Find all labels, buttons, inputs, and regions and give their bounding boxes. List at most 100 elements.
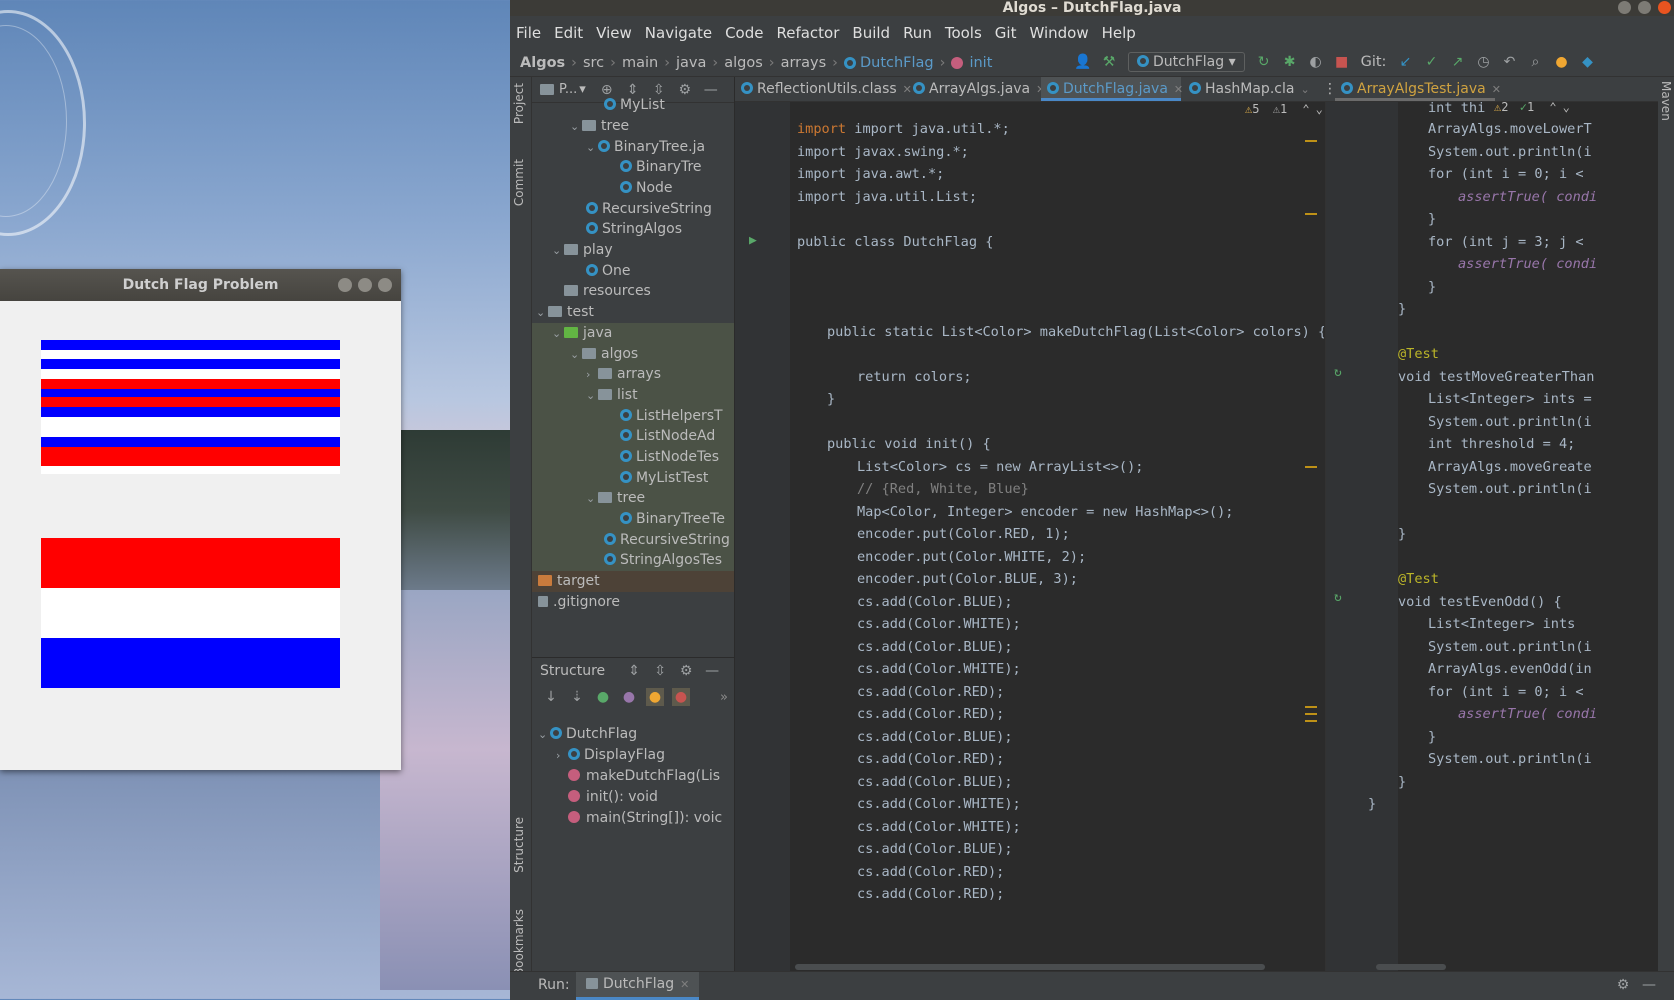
menu-code[interactable]: Code bbox=[725, 24, 763, 42]
warning-marker[interactable] bbox=[1305, 213, 1317, 215]
maven-tool-tab[interactable]: Maven bbox=[1659, 81, 1673, 121]
hide-icon[interactable]: — bbox=[702, 81, 720, 99]
gear-icon[interactable]: ⚙ bbox=[676, 81, 694, 99]
breadcrumb-src[interactable]: src bbox=[583, 55, 604, 71]
warning-marker[interactable] bbox=[1305, 706, 1317, 708]
close-tab-icon[interactable]: ✕ bbox=[1174, 83, 1183, 96]
tab-reflectionutils[interactable]: ReflectionUtils.class ✕ bbox=[735, 77, 912, 101]
gear-icon[interactable]: ⚙ bbox=[1614, 976, 1632, 994]
warning-marker[interactable] bbox=[1305, 466, 1317, 468]
tree-item[interactable]: BinaryTre bbox=[620, 157, 702, 178]
structure-tool-tab[interactable]: Structure bbox=[512, 817, 526, 873]
expand-all-icon[interactable]: ⇕ bbox=[625, 662, 643, 680]
close-tab-icon[interactable]: ✕ bbox=[680, 978, 689, 991]
tree-item[interactable]: ⌄ test bbox=[536, 302, 594, 323]
tree-item[interactable]: ⌄ play bbox=[552, 240, 613, 261]
tree-item[interactable]: BinaryTreeTe bbox=[532, 509, 734, 530]
properties-icon[interactable]: ● bbox=[620, 688, 638, 706]
horizontal-scrollbar[interactable] bbox=[795, 964, 1265, 970]
search-icon[interactable]: ⌕ bbox=[1526, 53, 1544, 71]
tree-item[interactable]: RecursiveString bbox=[532, 530, 734, 551]
collapse-all-icon[interactable]: ⇳ bbox=[651, 662, 669, 680]
warning-marker[interactable] bbox=[1305, 713, 1317, 715]
menu-git[interactable]: Git bbox=[995, 24, 1017, 42]
structure-item[interactable]: main(String[]): voic bbox=[568, 808, 722, 829]
code-editor[interactable]: ▶ ⚠5 ⚠1 ⌃ ⌄ import import java.util.*; im… bbox=[735, 102, 1324, 971]
history-icon[interactable]: ◷ bbox=[1474, 53, 1492, 71]
warning-marker[interactable] bbox=[1305, 140, 1317, 142]
flag-window-titlebar[interactable]: Dutch Flag Problem bbox=[0, 269, 401, 301]
tree-item[interactable]: ⌄ java bbox=[532, 323, 734, 344]
breadcrumb-main[interactable]: main bbox=[622, 55, 658, 71]
tree-item[interactable]: resources bbox=[552, 281, 651, 302]
tree-item[interactable]: One bbox=[586, 261, 631, 282]
tree-item[interactable]: Node bbox=[620, 178, 673, 199]
tree-item[interactable]: StringAlgos bbox=[586, 219, 682, 240]
ide-titlebar[interactable]: Algos – DutchFlag.java bbox=[510, 0, 1674, 16]
menu-navigate[interactable]: Navigate bbox=[645, 24, 712, 42]
tree-item[interactable]: ⌄ BinaryTree.ja bbox=[586, 137, 705, 158]
menu-window[interactable]: Window bbox=[1029, 24, 1088, 42]
menu-help[interactable]: Help bbox=[1102, 24, 1136, 42]
rerun-icon[interactable]: ↻ bbox=[1255, 53, 1273, 71]
menu-tools[interactable]: Tools bbox=[945, 24, 982, 42]
breadcrumb-algos[interactable]: algos bbox=[724, 55, 763, 71]
commit-tool-tab[interactable]: Commit bbox=[512, 159, 526, 206]
sort-alpha-icon[interactable]: ⇣ bbox=[568, 688, 586, 706]
tree-item[interactable]: StringAlgosTes bbox=[532, 550, 734, 571]
warning-marker[interactable] bbox=[1305, 720, 1317, 722]
non-public-icon[interactable]: ● bbox=[672, 688, 690, 706]
close-icon[interactable] bbox=[1658, 1, 1671, 14]
tree-item[interactable]: ⌄ tree bbox=[532, 488, 734, 509]
fields-icon[interactable]: ● bbox=[646, 688, 664, 706]
code-editor-test[interactable]: ↻ ↻ ⚠2 ✓1 ⌃ ⌄ int thi ArrayAlgs.moveLower… bbox=[1325, 102, 1674, 971]
tree-item[interactable]: MyListTest bbox=[532, 468, 734, 489]
inspection-widget[interactable]: ⚠5 ⚠1 ⌃ ⌄ bbox=[1245, 102, 1323, 116]
close-icon[interactable] bbox=[378, 278, 392, 292]
run-test-icon[interactable]: ↻ bbox=[1334, 590, 1342, 605]
more-icon[interactable]: » bbox=[720, 690, 728, 705]
tree-item[interactable]: ⌄ algos bbox=[532, 344, 734, 365]
inspection-widget[interactable]: ⚠2 ✓1 ⌃ ⌄ bbox=[1494, 102, 1570, 114]
tree-item[interactable]: ListNodeTes bbox=[532, 447, 734, 468]
breadcrumb-project[interactable]: Algos bbox=[520, 55, 565, 71]
structure-item[interactable]: makeDutchFlag(Lis bbox=[568, 766, 720, 787]
menu-view[interactable]: View bbox=[596, 24, 632, 42]
gear-icon[interactable]: ⚙ bbox=[677, 662, 695, 680]
menu-file[interactable]: File bbox=[516, 24, 541, 42]
user-icon[interactable]: 👤 bbox=[1074, 53, 1092, 71]
tab-hashmap[interactable]: HashMap.cla ⌄ bbox=[1183, 77, 1310, 101]
debug-icon[interactable]: ✱ bbox=[1281, 53, 1299, 71]
tree-item[interactable]: ListNodeAd bbox=[532, 426, 734, 447]
structure-item[interactable]: init(): void bbox=[568, 787, 658, 808]
update-icon[interactable]: ● bbox=[1552, 53, 1570, 71]
run-test-icon[interactable]: ↻ bbox=[1334, 365, 1342, 380]
rollback-icon[interactable]: ↶ bbox=[1500, 53, 1518, 71]
menu-run[interactable]: Run bbox=[903, 24, 932, 42]
tab-arrayalgstest[interactable]: ArrayAlgsTest.java ✕ bbox=[1335, 77, 1501, 101]
breadcrumb-java[interactable]: java bbox=[676, 55, 706, 71]
tree-item[interactable]: ⌄ list bbox=[532, 385, 734, 406]
menu-edit[interactable]: Edit bbox=[554, 24, 583, 42]
breadcrumb-class[interactable]: DutchFlag bbox=[860, 55, 934, 71]
tree-item[interactable]: ListHelpersT bbox=[532, 406, 734, 427]
inherited-icon[interactable]: ● bbox=[594, 688, 612, 706]
breadcrumb-method[interactable]: init bbox=[969, 55, 992, 71]
git-update-icon[interactable]: ↙ bbox=[1396, 53, 1414, 71]
hide-icon[interactable]: — bbox=[1640, 976, 1658, 994]
structure-item[interactable]: ⌄ DutchFlag bbox=[538, 724, 637, 745]
horizontal-scrollbar[interactable] bbox=[1376, 964, 1446, 970]
tab-dutchflag[interactable]: DutchFlag.java ✕ bbox=[1041, 77, 1183, 101]
sort-visibility-icon[interactable]: ↓ bbox=[542, 688, 560, 706]
git-commit-icon[interactable]: ✓ bbox=[1422, 53, 1440, 71]
project-tool-tab[interactable]: Project bbox=[512, 83, 526, 124]
stop-icon[interactable]: ■ bbox=[1333, 53, 1351, 71]
plugin-icon[interactable]: ◆ bbox=[1578, 53, 1596, 71]
project-view-selector[interactable]: P... bbox=[559, 82, 577, 97]
bookmarks-tool-tab[interactable]: Bookmarks bbox=[512, 909, 526, 976]
tree-item[interactable]: MyList bbox=[604, 95, 665, 116]
structure-item[interactable]: › DisplayFlag bbox=[556, 745, 665, 766]
breadcrumb-arrays[interactable]: arrays bbox=[781, 55, 827, 71]
build-hammer-icon[interactable]: ⚒ bbox=[1100, 53, 1118, 71]
tree-item[interactable]: RecursiveString bbox=[586, 199, 712, 220]
